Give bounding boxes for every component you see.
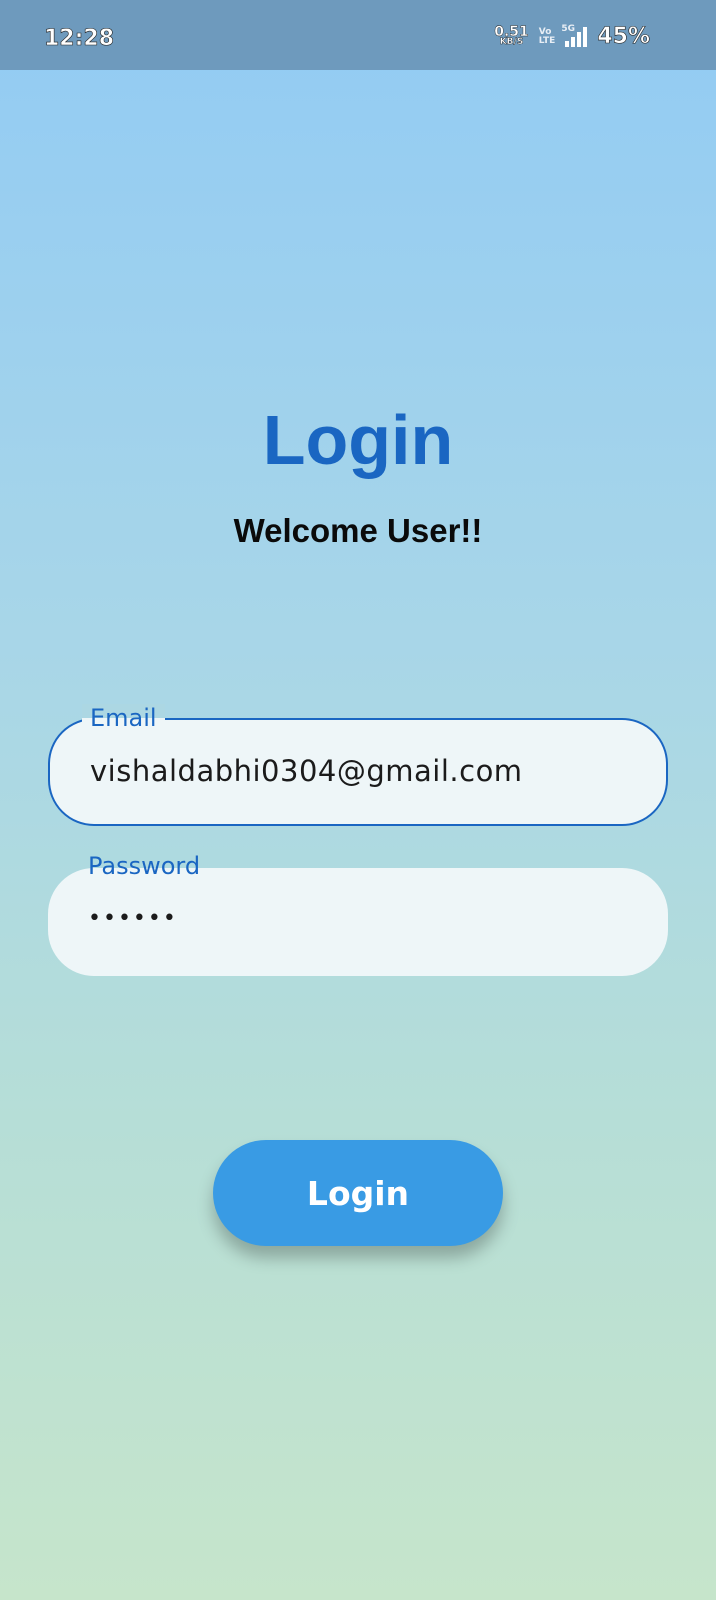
password-input[interactable]: ••••••: [88, 906, 178, 931]
status-bar: 12:28 0.51 KB/S Vo LTE 5G 45%: [0, 0, 716, 70]
volte-bottom-text: LTE: [538, 35, 556, 46]
email-field[interactable]: Email vishaldabhi0304@gmail.com: [48, 704, 668, 826]
network-type: 5G: [561, 23, 575, 34]
status-indicators: 0.51 KB/S Vo LTE 5G 45%: [494, 23, 650, 50]
password-field[interactable]: Password ••••••: [48, 852, 668, 976]
network-speed-unit: KB/S: [499, 36, 524, 47]
signal-bar: [571, 36, 576, 47]
email-input[interactable]: vishaldabhi0304@gmail.com: [90, 754, 523, 788]
network-speed-value: 0.51: [494, 23, 529, 40]
signal-icon: 5G: [561, 24, 588, 47]
email-label: Email: [82, 704, 165, 732]
welcome-subtitle: Welcome User!!: [233, 512, 483, 549]
network-speed: 0.51 KB/S: [494, 23, 529, 47]
volte-icon: Vo LTE: [538, 27, 556, 46]
login-button[interactable]: Login: [213, 1140, 503, 1246]
battery-level: 45%: [597, 24, 650, 50]
signal-bar: [565, 40, 570, 47]
signal-bar: [583, 26, 588, 47]
status-time: 12:28: [44, 26, 115, 52]
signal-bar: [577, 31, 582, 47]
page-title: Login: [262, 401, 454, 479]
password-label: Password: [88, 852, 201, 880]
